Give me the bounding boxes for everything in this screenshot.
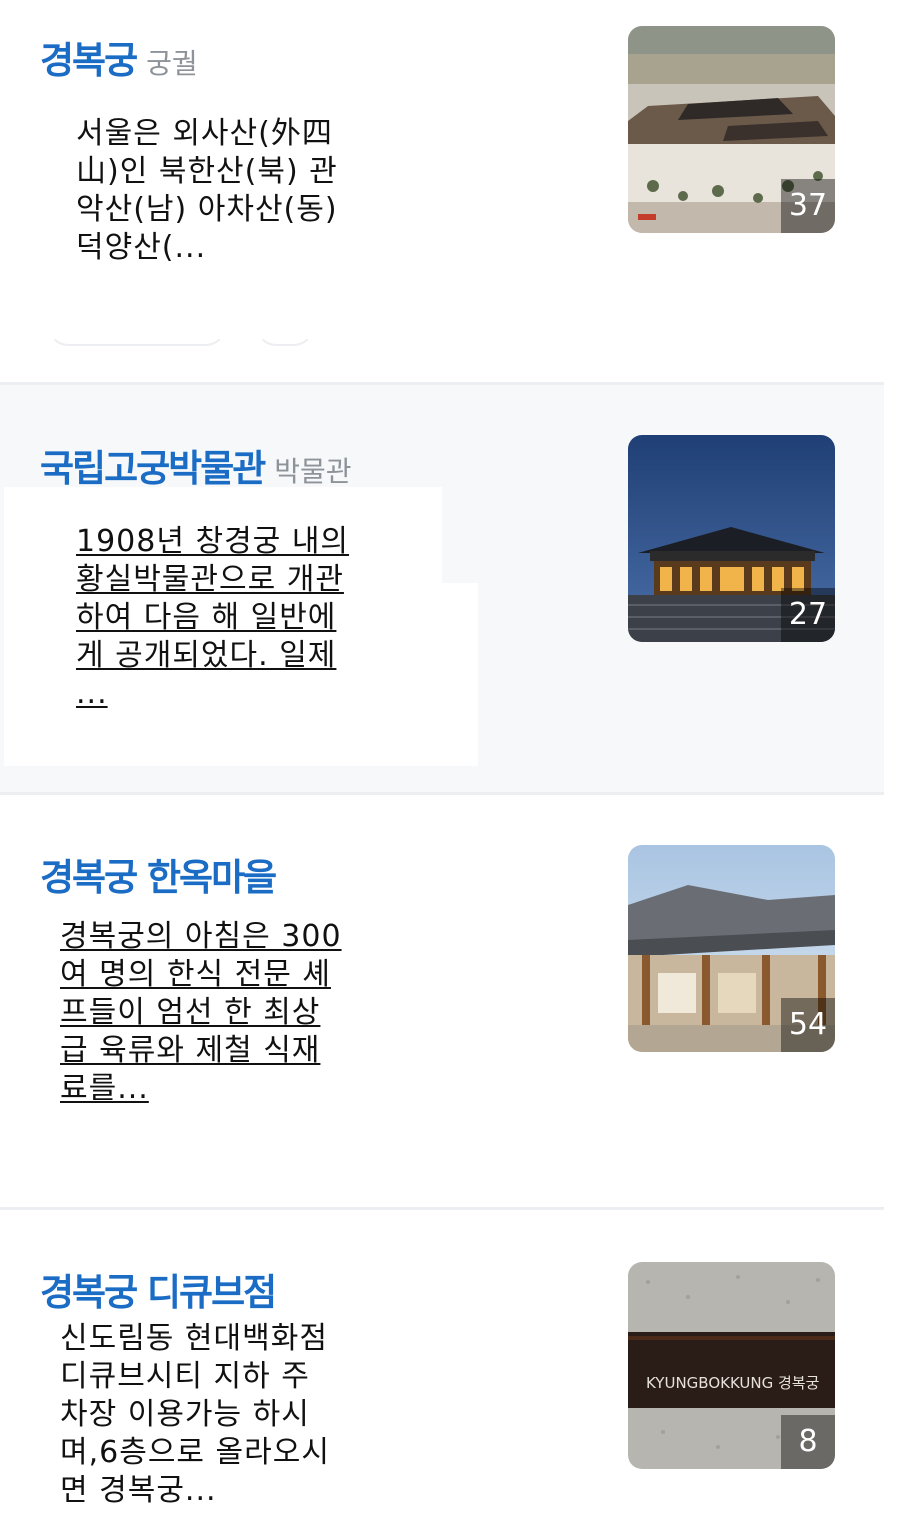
description-line: 하여 다음 해 일반에 [76,600,337,635]
result-title-row[interactable]: 경복궁 디큐브점 [40,1262,600,1312]
description-line: 디큐브시티 지하 주 [60,1359,310,1394]
search-results-list: 경복궁 궁궐 서울은 외사산(外四 山)인 북한산(북) 관 악산(남) 아차산(… [0,0,912,1518]
action-chip[interactable] [48,302,226,346]
result-category: 박물관 [274,455,352,488]
result-category: 궁궐 [146,47,198,80]
photo-count-badge: 8 [781,1415,835,1469]
description-line: 프들이 엄선 한 최상 [60,995,321,1030]
result-thumbnail[interactable]: 54 [628,845,835,1052]
description-line: 악산(남) 아차산(동) [76,192,338,227]
result-thumbnail[interactable]: 27 [628,435,835,642]
photo-count-badge: 27 [781,588,835,642]
result-description-link[interactable]: 1908년 창경궁 내의 황실박물관으로 개관 하여 다음 해 일반에 게 공개… [76,523,396,713]
description-line: 경복궁의 아침은 300 [60,919,342,954]
description-line: 서울은 외사산(外四 [76,116,333,151]
description-line: 신도림동 현대백화점 [60,1321,328,1356]
result-thumbnail[interactable]: 37 [628,26,835,233]
description-line: 山)인 북한산(북) 관 [76,154,338,189]
result-title[interactable]: 경복궁 [40,39,138,80]
result-title[interactable]: 경복궁 디큐브점 [40,1271,277,1312]
result-card[interactable]: 국립고궁박물관 박물관 1908년 창경궁 내의 황실박물관으로 개관 하여 다음… [0,385,884,795]
description-line: 게 공개되었다. 일제 [76,638,337,673]
result-title[interactable]: 경복궁 한옥마을 [40,856,277,897]
result-title[interactable]: 국립고궁박물관 [40,447,266,488]
result-title-row[interactable]: 국립고궁박물관 박물관 [40,438,600,488]
result-thumbnail[interactable]: KYUNGBOKKUNG 경복궁 8 [628,1262,835,1469]
result-title-row[interactable]: 경복궁 한옥마을 [40,847,295,897]
description-line: 황실박물관으로 개관 [76,562,344,597]
description-line: 급 육류와 제철 식재 [60,1033,321,1068]
action-chip[interactable] [256,302,314,346]
description-line: 료를... [60,1071,149,1106]
photo-count-badge: 54 [781,998,835,1052]
description-line: 1908년 창경궁 내의 [76,524,350,559]
description-line: 덕양산(... [76,230,207,265]
result-title-row[interactable]: 경복궁 궁궐 [40,30,600,80]
result-description-link[interactable]: 경복궁의 아침은 300 여 명의 한식 전문 셰 프들이 엄선 한 최상 급 … [60,918,380,1108]
result-description[interactable]: 신도림동 현대백화점 디큐브시티 지하 주 차장 이용가능 하시 며,6층으로 … [60,1320,380,1510]
description-line: ... [76,676,108,711]
sign-text: KYUNGBOKKUNG 경복궁 [646,1374,820,1392]
description-line: 여 명의 한식 전문 셰 [60,957,331,992]
result-card[interactable]: 경복궁 디큐브점 신도림동 현대백화점 디큐브시티 지하 주 차장 이용가능 하… [0,1210,884,1518]
description-line: 면 경복궁... [60,1473,217,1508]
photo-count-badge: 37 [781,179,835,233]
description-line: 며,6층으로 올라오시 [60,1435,330,1470]
result-description[interactable]: 서울은 외사산(外四 山)인 북한산(북) 관 악산(남) 아차산(동) 덕양산… [76,115,376,267]
description-line: 차장 이용가능 하시 [60,1397,310,1432]
result-card[interactable]: 경복궁 궁궐 서울은 외사산(外四 山)인 북한산(북) 관 악산(남) 아차산(… [0,0,884,385]
result-card[interactable]: 경복궁 한옥마을 경복궁의 아침은 300 여 명의 한식 전문 셰 프들이 엄… [0,795,884,1210]
